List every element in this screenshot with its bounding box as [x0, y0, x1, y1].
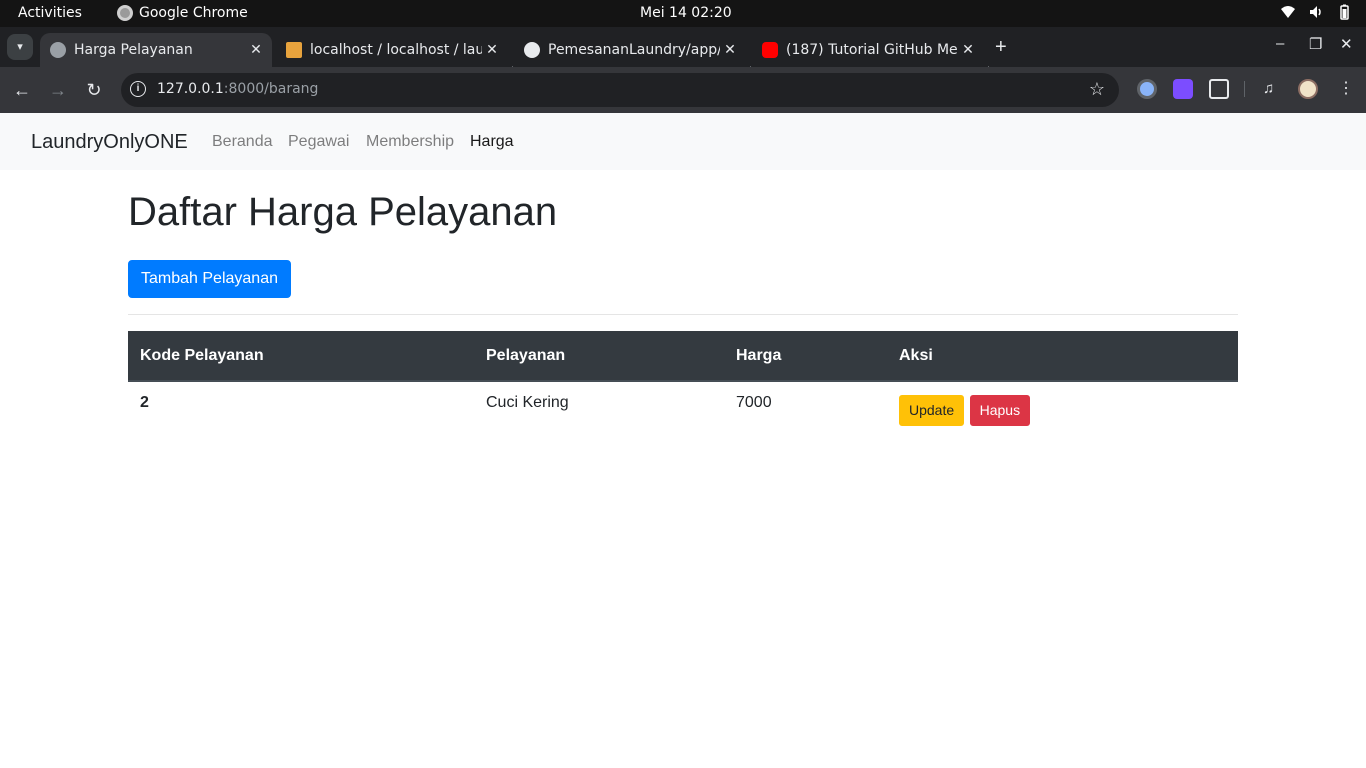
app-name: Google Chrome	[139, 5, 248, 21]
cell-kode: 2	[140, 394, 149, 411]
tab-strip: ▾ Harga Pelayanan ✕ localhost / localhos…	[0, 27, 1366, 82]
table-row: 2 Cuci Kering 7000 Update Hapus	[128, 381, 1238, 437]
reload-icon[interactable]: ↻	[82, 78, 106, 102]
nav-harga[interactable]: Harga	[470, 133, 514, 151]
github-icon	[524, 42, 540, 58]
forward-icon[interactable]: →	[46, 78, 70, 102]
cell-harga: 7000	[736, 394, 772, 411]
app-menu[interactable]: Google Chrome	[117, 5, 248, 21]
url-path: :8000/barang	[223, 81, 319, 97]
phpmyadmin-icon	[286, 42, 302, 58]
back-icon[interactable]: ←	[10, 78, 34, 102]
chrome-icon	[117, 5, 133, 21]
tab-youtube[interactable]: (187) Tutorial GitHub Me ✕	[752, 33, 984, 67]
url-host: 127.0.0.1	[157, 81, 224, 97]
nav-beranda[interactable]: Beranda	[212, 133, 273, 151]
new-tab-icon[interactable]: +	[995, 35, 1007, 59]
divider	[128, 314, 1238, 315]
cell-aksi: Update Hapus	[887, 381, 1238, 437]
url-text[interactable]: 127.0.0.1:8000/barang	[157, 81, 318, 97]
header-harga: Harga	[724, 331, 887, 382]
media-control-icon[interactable]: ♫	[1263, 79, 1283, 99]
volume-icon	[1310, 6, 1321, 18]
tab-harga-pelayanan[interactable]: Harga Pelayanan ✕	[40, 33, 272, 67]
header-pelayanan: Pelayanan	[474, 331, 724, 382]
tab-title: PemesananLaundry/app/	[548, 42, 720, 58]
header-aksi: Aksi	[887, 331, 1238, 382]
tab-search-button[interactable]: ▾	[7, 34, 33, 60]
tab-phpmyadmin[interactable]: localhost / localhost / lau ✕	[276, 33, 508, 67]
extension-icon[interactable]	[1173, 79, 1193, 99]
close-tab-icon[interactable]: ✕	[482, 42, 502, 58]
wifi-icon	[1281, 6, 1295, 18]
address-bar[interactable]: i 127.0.0.1:8000/barang ☆	[121, 73, 1119, 107]
table-header-row: Kode Pelayanan Pelayanan Harga Aksi	[128, 331, 1238, 382]
price-table: Kode Pelayanan Pelayanan Harga Aksi 2 Cu…	[128, 331, 1238, 437]
clock[interactable]: Mei 14 02:20	[640, 5, 732, 21]
restore-icon[interactable]: ❐	[1309, 35, 1322, 53]
tab-title: localhost / localhost / lau	[310, 42, 482, 58]
toolbar-separator	[1244, 81, 1245, 97]
menu-icon[interactable]: ⋮	[1336, 79, 1356, 99]
close-window-icon[interactable]: ✕	[1340, 35, 1353, 53]
extension-icon[interactable]	[1137, 79, 1157, 99]
activities-button[interactable]: Activities	[18, 5, 82, 21]
globe-icon	[50, 42, 66, 58]
youtube-icon	[762, 42, 778, 58]
tab-github[interactable]: PemesananLaundry/app/ ✕	[514, 33, 746, 67]
site-info-icon[interactable]: i	[130, 81, 146, 97]
battery-icon	[1340, 4, 1349, 20]
close-tab-icon[interactable]: ✕	[720, 42, 740, 58]
puzzle-icon[interactable]	[1209, 79, 1229, 99]
delete-button[interactable]: Hapus	[969, 395, 1031, 426]
nav-pegawai[interactable]: Pegawai	[288, 133, 349, 151]
close-tab-icon[interactable]: ✕	[958, 42, 978, 58]
tab-title: (187) Tutorial GitHub Me	[786, 42, 958, 58]
system-tray[interactable]	[1280, 4, 1352, 20]
add-service-button[interactable]: Tambah Pelayanan	[128, 260, 291, 298]
bookmark-star-icon[interactable]: ☆	[1089, 79, 1105, 100]
browser-toolbar: ← → ↻ i 127.0.0.1:8000/barang ☆ ♫ ⋮	[0, 67, 1366, 113]
close-tab-icon[interactable]: ✕	[246, 42, 266, 58]
header-kode: Kode Pelayanan	[128, 331, 474, 382]
nav-membership[interactable]: Membership	[366, 133, 454, 151]
page-title: Daftar Harga Pelayanan	[128, 190, 558, 234]
avatar[interactable]	[1298, 79, 1318, 99]
tab-title: Harga Pelayanan	[74, 42, 193, 58]
cell-pelayanan: Cuci Kering	[486, 394, 569, 411]
minimize-icon[interactable]: –	[1276, 35, 1284, 52]
site-navbar: LaundryOnlyONE Beranda Pegawai Membershi…	[0, 113, 1366, 170]
update-button[interactable]: Update	[899, 395, 965, 426]
system-top-bar: Activities Google Chrome Mei 14 02:20	[0, 0, 1366, 27]
navbar-brand[interactable]: LaundryOnlyONE	[31, 131, 188, 154]
